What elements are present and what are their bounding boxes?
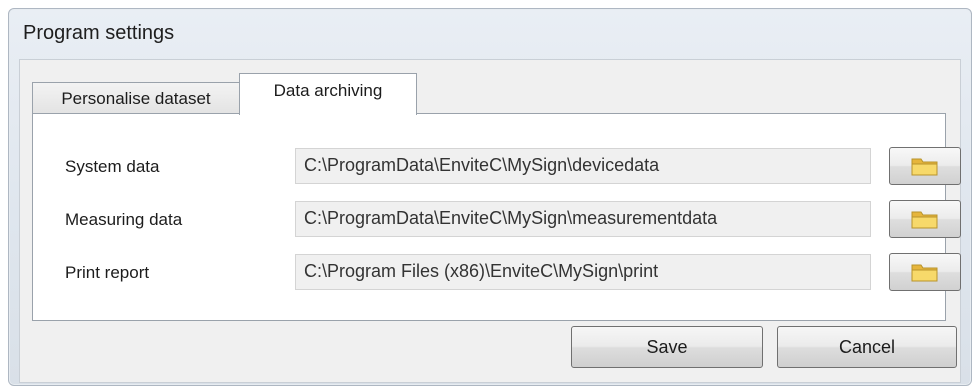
folder-icon bbox=[910, 155, 940, 177]
save-button[interactable]: Save bbox=[571, 326, 763, 368]
tab-personalise-dataset[interactable]: Personalise dataset bbox=[32, 82, 240, 114]
data-archiving-panel: System data C:\ProgramData\EnviteC\MySig… bbox=[32, 113, 961, 321]
measuring-data-browse-button[interactable] bbox=[889, 200, 961, 238]
program-settings-dialog: Program settings Personalise dataset Dat… bbox=[8, 8, 972, 386]
folder-icon bbox=[910, 208, 940, 230]
folder-icon bbox=[910, 261, 940, 283]
system-data-browse-button[interactable] bbox=[889, 147, 961, 185]
tab-data-archiving[interactable]: Data archiving bbox=[239, 73, 417, 115]
print-report-path-field[interactable]: C:\Program Files (x86)\EnviteC\MySign\pr… bbox=[295, 254, 871, 290]
dialog-client-area: Personalise dataset Data archiving Syste… bbox=[19, 59, 961, 383]
measuring-data-path-field[interactable]: C:\ProgramData\EnviteC\MySign\measuremen… bbox=[295, 201, 871, 237]
print-report-browse-button[interactable] bbox=[889, 253, 961, 291]
print-report-label: Print report bbox=[65, 263, 150, 282]
measuring-data-label: Measuring data bbox=[65, 210, 183, 229]
dialog-title: Program settings bbox=[23, 22, 175, 44]
cancel-button[interactable]: Cancel bbox=[777, 326, 957, 368]
system-data-path-field[interactable]: C:\ProgramData\EnviteC\MySign\devicedata bbox=[295, 148, 871, 184]
system-data-label: System data bbox=[65, 157, 160, 176]
